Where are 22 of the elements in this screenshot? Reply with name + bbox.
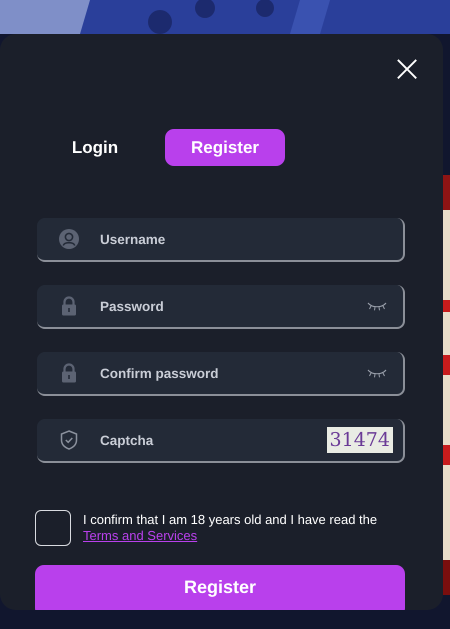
- input-field[interactable]: Captcha 31474: [37, 419, 405, 463]
- shield-icon: [59, 430, 79, 450]
- input-field[interactable]: Confirm password: [37, 352, 405, 396]
- terms-link[interactable]: Terms and Services: [83, 528, 198, 543]
- user-icon: [59, 229, 79, 249]
- tab[interactable]: Login: [35, 129, 155, 166]
- input-text[interactable]: Confirm password: [100, 364, 367, 382]
- consent-text: I confirm that I am 18 years old and I have read the Terms and Services: [83, 512, 378, 544]
- input-field[interactable]: Username: [37, 218, 405, 262]
- input-text[interactable]: Username: [100, 230, 389, 248]
- closed-eye-icon[interactable]: [367, 368, 387, 378]
- captcha-image[interactable]: 31474: [326, 427, 393, 453]
- tab[interactable]: Register: [165, 129, 285, 166]
- input-field[interactable]: Password: [37, 285, 405, 329]
- lock-icon: [59, 363, 79, 383]
- close-button[interactable]: ×: [389, 52, 425, 84]
- closed-eye-icon[interactable]: [367, 301, 387, 311]
- input-text[interactable]: Captcha: [100, 430, 327, 450]
- input-text[interactable]: Password: [100, 296, 367, 316]
- lock-icon: [59, 296, 79, 316]
- checkbox[interactable]: [35, 510, 71, 546]
- register-button[interactable]: Register: [35, 565, 405, 610]
